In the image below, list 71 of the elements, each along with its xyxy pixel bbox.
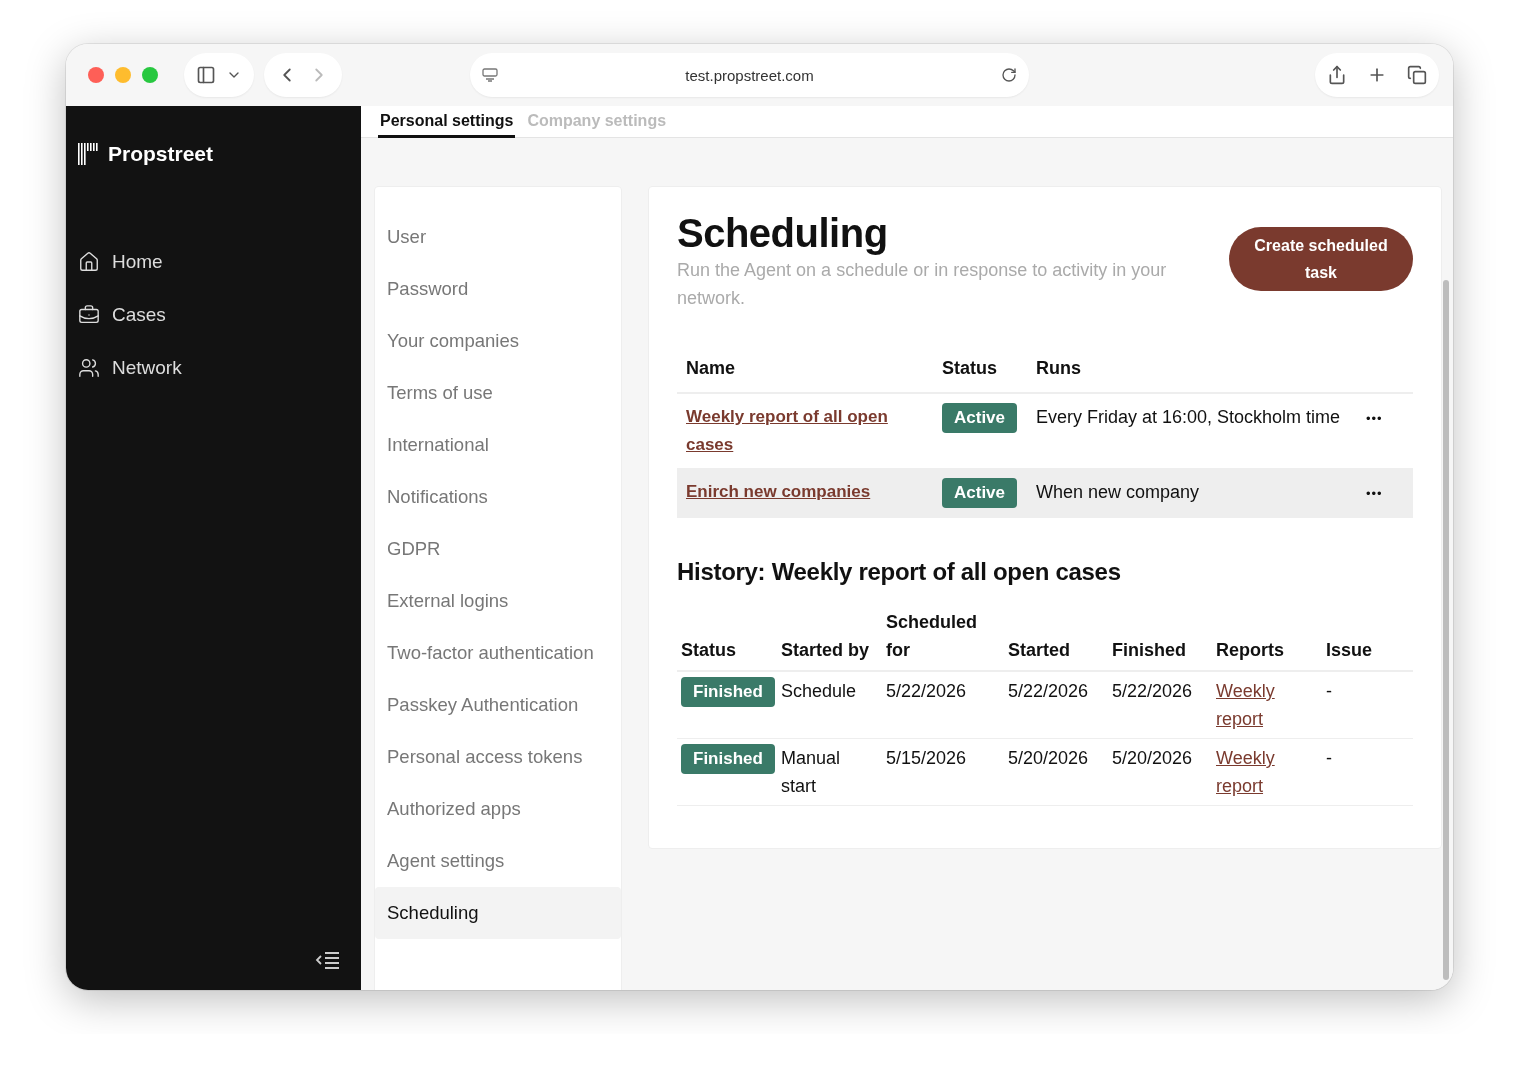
task-row[interactable]: Enirch new companies Active When new company ••• bbox=[677, 469, 1413, 518]
status-badge: Active bbox=[942, 478, 1018, 508]
status-badge: Finished bbox=[681, 744, 775, 774]
menu-item[interactable]: Scheduling bbox=[375, 887, 621, 939]
table-cell: 5/22/2026 bbox=[886, 681, 967, 701]
table-cell: 5/22/2026 bbox=[1008, 681, 1089, 701]
page-icon bbox=[482, 68, 498, 82]
menu-item[interactable]: External logins bbox=[375, 575, 621, 627]
briefcase-icon bbox=[78, 304, 100, 326]
task-link[interactable]: Weekly report of all open cases bbox=[686, 403, 924, 459]
create-task-button[interactable]: Create scheduled task bbox=[1229, 227, 1413, 291]
menu-item[interactable]: International bbox=[375, 419, 621, 471]
column-header: Finished bbox=[1112, 640, 1186, 660]
tabs-button[interactable] bbox=[1407, 65, 1427, 85]
column-header: Scheduled for bbox=[886, 612, 978, 660]
more-button[interactable]: ••• bbox=[1366, 486, 1383, 501]
menu-item[interactable]: GDPR bbox=[375, 523, 621, 575]
column-header: Runs bbox=[1035, 357, 1082, 380]
nav-item[interactable]: Network bbox=[78, 350, 361, 386]
table-cell: - bbox=[1326, 748, 1332, 768]
column-header: Status bbox=[941, 357, 998, 380]
table-cell: - bbox=[1326, 681, 1332, 701]
nav-item[interactable]: Home bbox=[78, 244, 361, 280]
more-button[interactable]: ••• bbox=[1366, 411, 1383, 426]
column-header: Name bbox=[685, 357, 737, 380]
task-link[interactable]: Enirch new companies bbox=[686, 478, 924, 506]
runs-text: When new company bbox=[1036, 482, 1200, 502]
nav-item[interactable]: Cases bbox=[78, 297, 361, 333]
menu-item[interactable]: Two-factor authentication bbox=[375, 627, 621, 679]
reload-button[interactable] bbox=[1001, 67, 1017, 83]
column-header: Issue bbox=[1326, 640, 1373, 660]
close-button[interactable] bbox=[88, 67, 104, 83]
table-cell: Manual start bbox=[781, 748, 841, 796]
column-header: Reports bbox=[1216, 640, 1284, 660]
scrollbar[interactable] bbox=[1443, 280, 1449, 980]
report-link[interactable]: Weekly report bbox=[1216, 744, 1318, 800]
menu-item[interactable]: Password bbox=[375, 263, 621, 315]
sidebar-icon bbox=[196, 65, 216, 85]
table-cell: Schedule bbox=[781, 681, 857, 701]
brand-name: Propstreet bbox=[108, 142, 214, 166]
page-description: Run the Agent on a schedule or in response to activity in your network. bbox=[677, 259, 1168, 310]
settings-tab[interactable]: Personal settings bbox=[378, 106, 516, 138]
menu-item[interactable]: Notifications bbox=[375, 471, 621, 523]
page-title: Scheduling bbox=[677, 211, 889, 256]
runs-text: Every Friday at 16:00, Stockholm time bbox=[1036, 407, 1341, 427]
table-cell: 5/20/2026 bbox=[1112, 748, 1193, 768]
people-icon bbox=[78, 357, 100, 379]
sidebar-button[interactable] bbox=[196, 65, 216, 85]
share-button[interactable] bbox=[1327, 65, 1347, 85]
report-link[interactable]: Weekly report bbox=[1216, 677, 1318, 733]
column-header: Status bbox=[681, 640, 736, 660]
status-badge: Active bbox=[942, 403, 1018, 433]
menu-item[interactable]: Terms of use bbox=[375, 367, 621, 419]
status-badge: Finished bbox=[681, 677, 775, 707]
menu-item[interactable]: Your companies bbox=[375, 315, 621, 367]
menu-item[interactable]: Authorized apps bbox=[375, 783, 621, 835]
menu-item[interactable]: Agent settings bbox=[375, 835, 621, 887]
table-cell: 5/20/2026 bbox=[1008, 748, 1089, 768]
address-bar[interactable]: test.propstreet.com bbox=[470, 53, 1029, 97]
house-icon bbox=[78, 251, 100, 273]
menu-item[interactable]: Passkey Authentication bbox=[375, 679, 621, 731]
url-text: test.propstreet.com bbox=[684, 66, 815, 84]
history-title: History: Weekly report of all open cases bbox=[677, 558, 1122, 586]
menu-item[interactable]: User bbox=[375, 211, 621, 263]
collapse-button[interactable] bbox=[315, 950, 341, 970]
table-cell: 5/22/2026 bbox=[1112, 681, 1193, 701]
column-header: Started by bbox=[781, 640, 870, 660]
table-cell: 5/15/2026 bbox=[886, 748, 967, 768]
menu-item[interactable]: Personal access tokens bbox=[375, 731, 621, 783]
logo-icon bbox=[78, 143, 100, 165]
column-header: Started bbox=[1008, 640, 1070, 660]
